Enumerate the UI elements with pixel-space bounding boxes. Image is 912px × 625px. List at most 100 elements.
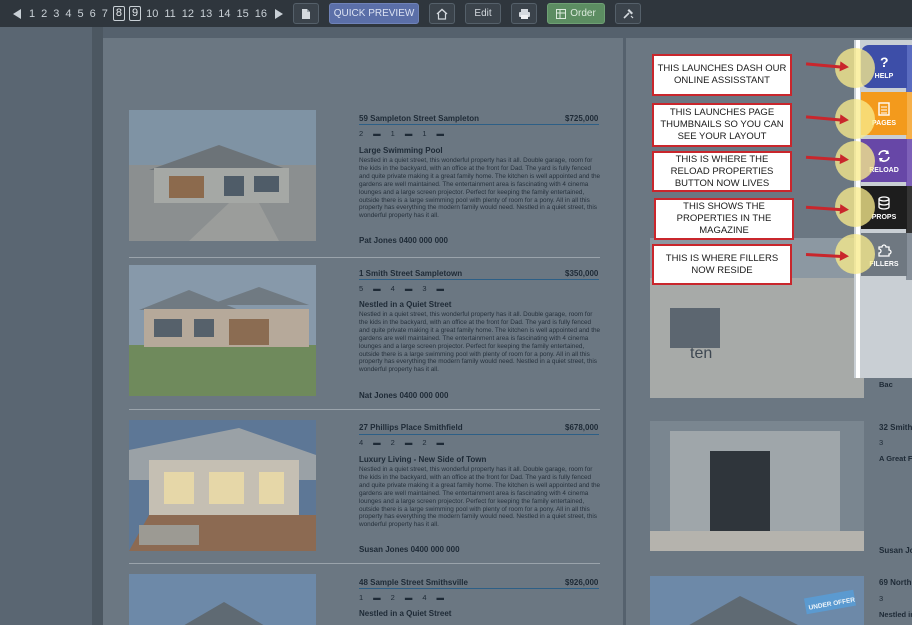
house-photo: [129, 265, 316, 396]
reload-icon: [878, 149, 890, 162]
svg-text:?: ?: [880, 54, 889, 70]
page-spine: [92, 27, 103, 625]
car-icon: ▬: [436, 284, 445, 293]
listing-price: $926,000: [565, 578, 599, 587]
callout-reload: THIS IS WHERE THE RELOAD PROPERTIES BUTT…: [652, 151, 792, 192]
page-number-4[interactable]: 4: [62, 8, 74, 20]
listing-price: $350,000: [565, 269, 599, 278]
callout-fillers: THIS IS WHERE FILLERS NOW RESIDE: [652, 244, 792, 285]
property-photo-2[interactable]: [129, 265, 316, 396]
printer-icon: [518, 8, 530, 19]
agent-contact: Nat Jones 0400 000 000: [359, 391, 449, 400]
listing-divider: [129, 257, 600, 258]
page-number-13[interactable]: 13: [197, 8, 215, 20]
database-icon: [878, 195, 890, 210]
page-number-7[interactable]: 7: [99, 8, 111, 20]
pages-icon: [878, 101, 890, 116]
photo-sign: ten: [690, 345, 712, 362]
fillers-label: FILLERS: [869, 260, 899, 268]
help-label: HELP: [874, 72, 894, 80]
listing-address: 32 Smith: [879, 423, 912, 432]
listing-headline: Luxury Living - New Side of Town: [359, 455, 487, 464]
home-icon: [436, 8, 448, 20]
page-number-16[interactable]: 16: [252, 8, 270, 20]
listing-price: $725,000: [565, 114, 599, 123]
bath-icon: ▬: [404, 438, 413, 447]
page-number-10[interactable]: 10: [143, 8, 161, 20]
quick-preview-button[interactable]: QUICK PREVIEW: [329, 3, 420, 24]
listing-price: $678,000: [565, 423, 599, 432]
bed-count: 5: [359, 284, 364, 293]
house-photo: [129, 110, 316, 241]
agent-contact: Pat Jones 0400 000 000: [359, 236, 448, 245]
property-features: 5 ▬ 4 ▬ 3 ▬: [359, 284, 444, 293]
car-count: 4: [422, 593, 427, 602]
title-underline: [359, 124, 599, 125]
title-underline: [359, 588, 599, 589]
listing-headline: Nestled in a Quiet Street: [359, 300, 452, 309]
listing-address: 59 Sampleton Street Sampleton: [359, 114, 480, 123]
order-button[interactable]: Order: [547, 3, 606, 24]
listing-address: 1 Smith Street Sampletown: [359, 269, 463, 278]
house-photo: [129, 420, 316, 551]
page-number-12[interactable]: 12: [179, 8, 197, 20]
property-photo-r2[interactable]: [650, 421, 864, 551]
page-number-11[interactable]: 11: [161, 8, 178, 20]
page-number-9[interactable]: 9: [129, 6, 142, 21]
listing-headline: A Great F: [879, 454, 912, 463]
listing-headline: Nestled in a Quiet Street: [359, 609, 452, 618]
page-numbers: 1 2 3 4 5 6 7 8 9 10 11 12 13 14 15 16: [26, 6, 270, 21]
property-photo-1[interactable]: [129, 110, 316, 241]
car-icon: ▬: [436, 593, 445, 602]
edit-button[interactable]: Edit: [465, 3, 502, 24]
car-count: 3: [422, 284, 427, 293]
listing-headline: Nestled in: [879, 610, 912, 619]
page-number-15[interactable]: 15: [234, 8, 252, 20]
top-toolbar: 1 2 3 4 5 6 7 8 9 10 11 12 13 14 15 16 QUICK PREVIEW Ed…: [0, 0, 912, 27]
agent-contact: Susan Jones 0400 000 000: [359, 545, 460, 554]
bed-count: 3: [879, 438, 884, 447]
bath-count: 2: [390, 438, 395, 447]
tools-icon: [622, 9, 633, 19]
bath-icon: ▬: [404, 129, 413, 138]
agent-contact: Susan Jon: [879, 546, 912, 555]
title-underline: [359, 434, 599, 435]
back-label: Bac: [879, 380, 893, 389]
listing-description: Nestled in a quiet street, this wonderfu…: [359, 466, 601, 529]
listing-headline: Large Swimming Pool: [359, 146, 443, 155]
props-label: PROPS: [871, 213, 897, 221]
page-number-3[interactable]: 3: [50, 8, 62, 20]
listing-divider: [129, 563, 600, 564]
triangle-left-icon[interactable]: [13, 8, 21, 19]
page-number-5[interactable]: 5: [75, 8, 87, 20]
property-photo-4[interactable]: [129, 574, 316, 625]
page-number-1[interactable]: 1: [26, 8, 38, 20]
listing-divider: [129, 409, 600, 410]
page-number-2[interactable]: 2: [38, 8, 50, 20]
pages-label: PAGES: [872, 119, 896, 127]
grid-icon: [556, 8, 567, 19]
callout-help: THIS LAUNCHES DASH OUR ONLINE ASSISSTANT: [652, 54, 792, 96]
listing-address: 48 Sample Street Smithsville: [359, 578, 468, 587]
bed-count: 4: [359, 438, 364, 447]
page-number-8[interactable]: 8: [112, 6, 125, 21]
page-button[interactable]: [293, 3, 320, 24]
print-button[interactable]: [511, 3, 538, 24]
callout-props: THIS SHOWS THE PROPERTIES IN THE MAGAZIN…: [654, 198, 794, 240]
magazine-page-left[interactable]: 59 Sampleton Street Sampleton $725,000 2…: [103, 38, 623, 625]
page-number-6[interactable]: 6: [87, 8, 99, 20]
property-photo-3[interactable]: [129, 420, 316, 551]
home-button[interactable]: [429, 3, 456, 24]
triangle-right-icon[interactable]: [275, 8, 284, 19]
puzzle-icon: [878, 243, 892, 257]
property-photo-r3[interactable]: UNDER OFFER: [650, 576, 864, 625]
house-photo: UNDER OFFER: [650, 576, 864, 625]
callout-pages: THIS LAUNCHES PAGE THUMBNAILS SO YOU CAN…: [652, 103, 792, 147]
bath-icon: ▬: [404, 284, 413, 293]
bed-icon: ▬: [373, 129, 381, 138]
page-number-14[interactable]: 14: [215, 8, 233, 20]
bath-icon: ▬: [404, 593, 413, 602]
house-photo: [650, 421, 864, 551]
tools-button[interactable]: [615, 3, 642, 24]
car-icon: ▬: [436, 129, 445, 138]
